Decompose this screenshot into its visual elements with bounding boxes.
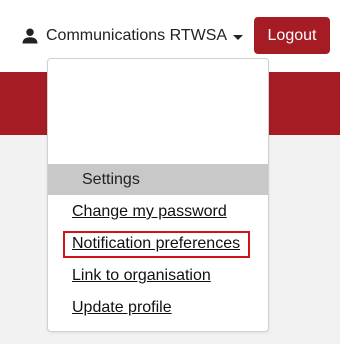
notification-preferences-link[interactable]: Notification preferences [72,233,240,255]
change-password-link[interactable]: Change my password [72,201,227,223]
user-name: Communications RTWSA [46,27,228,44]
settings-section-header: Settings [48,164,268,195]
logout-button[interactable]: Logout [254,17,330,54]
user-menu-toggle[interactable]: Communications RTWSA [20,24,244,48]
update-profile-link[interactable]: Update profile [72,297,172,319]
caret-down-icon [233,34,244,40]
link-to-organisation-link[interactable]: Link to organisation [72,265,211,287]
person-icon [22,28,38,44]
user-dropdown-menu: Settings Change my password Notification… [47,58,269,332]
